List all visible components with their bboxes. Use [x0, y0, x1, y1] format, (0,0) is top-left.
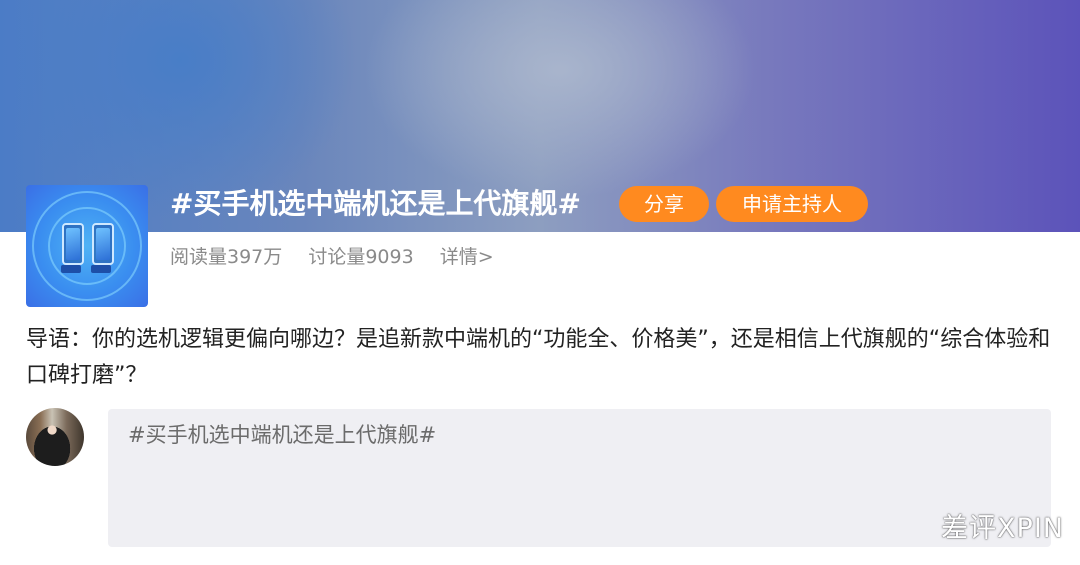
logo-ring-inner — [48, 207, 126, 285]
watermark: 差评XPIN — [941, 513, 1064, 544]
discussion-count: 讨论量9093 — [308, 246, 414, 268]
compose-input[interactable]: #买手机选中端机还是上代旗舰# — [108, 409, 1051, 547]
details-link[interactable]: 详情> — [440, 246, 494, 268]
phone-tag — [61, 265, 81, 273]
read-count: 阅读量397万 — [170, 246, 283, 268]
topic-intro: 导语：你的选机逻辑更偏向哪边？是追新款中端机的“功能全、价格美”，还是相信上代旗… — [26, 327, 1051, 388]
topic-logo — [26, 185, 148, 307]
topic-title: #买手机选中端机还是上代旗舰# — [170, 187, 581, 220]
share-button[interactable]: 分享 — [619, 186, 709, 222]
apply-host-button[interactable]: 申请主持人 — [716, 186, 868, 222]
user-avatar[interactable] — [26, 408, 84, 466]
phone-icon — [92, 223, 114, 265]
phone-tag — [91, 265, 111, 273]
topic-stats: 阅读量397万 讨论量9093 详情> — [170, 244, 514, 270]
phone-icon — [62, 223, 84, 265]
